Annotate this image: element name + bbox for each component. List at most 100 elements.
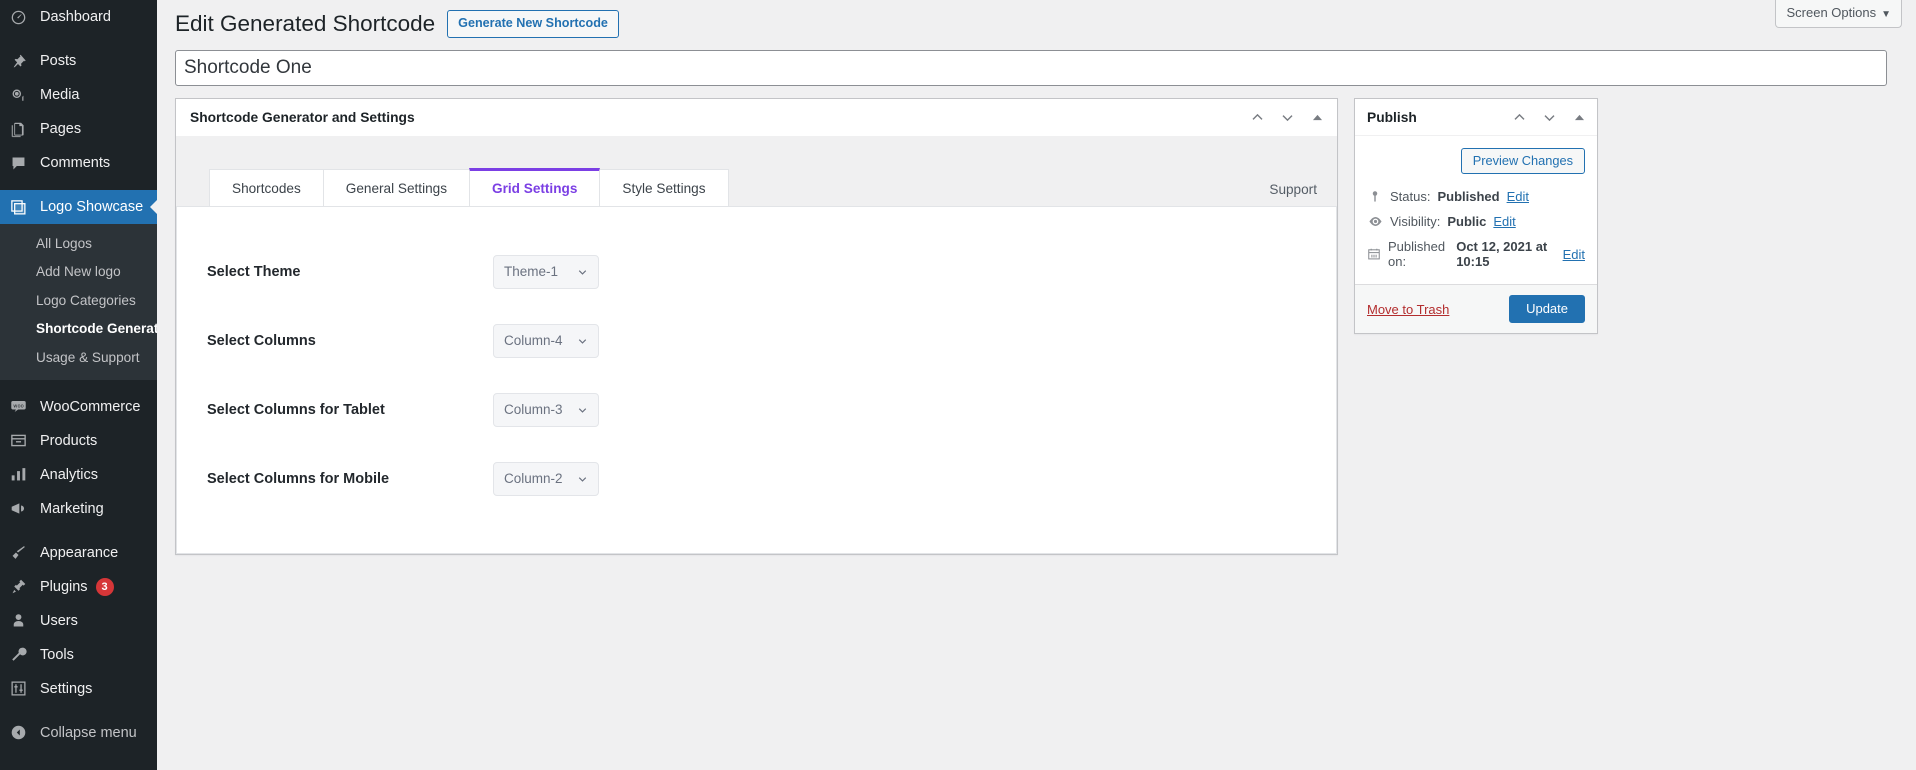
move-to-trash-link[interactable]: Move to Trash — [1367, 302, 1449, 317]
sidebar-item-label: Analytics — [40, 466, 99, 483]
plugins-update-badge: 3 — [95, 577, 114, 596]
sidebar-item-dashboard[interactable]: Dashboard — [0, 0, 157, 34]
screen-options-button[interactable]: Screen Options ▼ — [1775, 0, 1902, 28]
select-columns-dropdown[interactable]: Column-4 — [493, 323, 599, 358]
status-value: Published — [1437, 189, 1500, 204]
sidebar-item-label: Settings — [40, 680, 93, 697]
move-down-icon[interactable] — [1279, 109, 1295, 125]
move-up-icon[interactable] — [1249, 109, 1265, 125]
submenu-item-shortcode-generator[interactable]: Shortcode Generator — [0, 315, 157, 343]
settings-tabs-wrapper: Shortcodes General Settings Grid Setting… — [176, 136, 1337, 554]
sidebar-item-label: Appearance — [40, 544, 119, 561]
move-down-icon[interactable] — [1541, 109, 1557, 125]
sidebar-item-analytics[interactable]: Analytics — [0, 458, 157, 492]
sidebar-item-label: Posts — [40, 53, 77, 69]
sidebar-item-media[interactable]: Media — [0, 78, 157, 112]
sidebar-item-label: Marketing — [40, 500, 104, 517]
submenu-item-all-logos[interactable]: All Logos — [0, 230, 157, 258]
submenu-item-add-new-logo[interactable]: Add New logo — [0, 258, 157, 286]
admin-sidebar: Dashboard Posts Media Pages Comments Log… — [0, 0, 157, 770]
eye-icon — [1367, 214, 1383, 229]
sidebar-item-products[interactable]: Products — [0, 424, 157, 458]
select-columns-mobile-dropdown[interactable]: Column-2 — [493, 461, 599, 496]
sidebar-item-users[interactable]: Users — [0, 604, 157, 638]
generate-new-shortcode-button[interactable]: Generate New Shortcode — [447, 9, 619, 39]
sidebar-item-label: Products — [40, 432, 98, 449]
published-on-edit-link[interactable]: Edit — [1563, 247, 1585, 262]
field-row-select-columns-tablet: Select Columns for Tablet Column-3 — [207, 375, 1306, 444]
sidebar-item-marketing[interactable]: Marketing — [0, 492, 157, 526]
sidebar-item-label: Comments — [40, 155, 111, 171]
published-on-value: Oct 12, 2021 at 10:15 — [1456, 239, 1548, 269]
shortcode-title-input[interactable] — [175, 50, 1887, 86]
dashboard-icon — [10, 9, 36, 26]
sidebar-item-logo-showcase[interactable]: Logo Showcase — [0, 190, 157, 224]
sidebar-item-label: Dashboard — [40, 9, 111, 25]
field-label: Select Columns for Tablet — [207, 401, 385, 418]
status-label: Status: — [1390, 189, 1431, 204]
sidebar-item-woocommerce[interactable]: woo WooCommerce — [0, 390, 157, 424]
sidebar-item-label: Plugins — [40, 578, 88, 595]
field-label: Select Theme — [207, 263, 301, 280]
sidebar-item-plugins[interactable]: Plugins 3 — [0, 570, 157, 604]
logo-showcase-submenu: All Logos Add New logo Logo Categories S… — [0, 224, 157, 380]
tab-style-settings[interactable]: Style Settings — [599, 169, 729, 206]
svg-text:woo: woo — [13, 404, 23, 410]
comments-icon — [10, 155, 36, 172]
submenu-item-logo-categories[interactable]: Logo Categories — [0, 287, 157, 315]
select-columns-tablet-dropdown[interactable]: Column-3 — [493, 392, 599, 427]
move-up-icon[interactable] — [1511, 109, 1527, 125]
visibility-label: Visibility: — [1390, 214, 1441, 229]
select-value: Column-2 — [504, 471, 563, 486]
sidebar-item-comments[interactable]: Comments — [0, 146, 157, 180]
toggle-panel-icon[interactable] — [1571, 109, 1587, 125]
update-button[interactable]: Update — [1509, 295, 1585, 323]
plug-icon — [10, 578, 36, 595]
brush-icon — [10, 544, 36, 561]
page-title: Edit Generated Shortcode — [175, 11, 436, 37]
user-icon — [10, 612, 36, 629]
preview-changes-button[interactable]: Preview Changes — [1460, 148, 1585, 174]
page-header: Edit Generated Shortcode Generate New Sh… — [157, 0, 1916, 40]
chevron-down-icon — [576, 403, 589, 416]
screen-options-label: Screen Options — [1786, 5, 1877, 20]
tab-general-settings[interactable]: General Settings — [322, 169, 471, 206]
sidebar-item-tools[interactable]: Tools — [0, 638, 157, 672]
analytics-icon — [10, 466, 36, 483]
settings-tabbar: Shortcodes General Settings Grid Setting… — [176, 168, 1337, 206]
submenu-item-usage-support[interactable]: Usage & Support — [0, 344, 157, 372]
field-label: Select Columns for Mobile — [207, 470, 390, 487]
publish-major-actions: Move to Trash Update — [1355, 284, 1597, 333]
sliders-icon — [10, 680, 36, 697]
status-edit-link[interactable]: Edit — [1507, 189, 1529, 204]
tab-shortcodes[interactable]: Shortcodes — [209, 169, 324, 206]
toggle-panel-icon[interactable] — [1309, 109, 1325, 125]
field-row-select-theme: Select Theme Theme-1 — [207, 237, 1306, 306]
products-icon — [10, 432, 36, 449]
publish-header: Publish — [1355, 99, 1597, 136]
wordpress-admin-screen: Dashboard Posts Media Pages Comments Log… — [0, 0, 1916, 770]
sidebar-item-label: Users — [40, 612, 78, 629]
tab-grid-settings[interactable]: Grid Settings — [469, 168, 601, 206]
pin-icon — [10, 53, 36, 70]
select-theme-dropdown[interactable]: Theme-1 — [493, 254, 599, 289]
sidebar-item-appearance[interactable]: Appearance — [0, 536, 157, 570]
metabox-header: Shortcode Generator and Settings — [176, 99, 1337, 136]
support-link[interactable]: Support — [1269, 182, 1317, 197]
chevron-down-icon — [576, 334, 589, 347]
media-icon — [10, 87, 36, 104]
sidebar-item-settings[interactable]: Settings — [0, 672, 157, 706]
publish-visibility-row: Visibility: Public Edit — [1367, 209, 1585, 234]
select-value: Theme-1 — [504, 264, 559, 279]
publish-minor-actions: Preview Changes — [1367, 146, 1585, 184]
select-value: Column-3 — [504, 402, 563, 417]
sidebar-item-collapse-menu[interactable]: Collapse menu — [0, 716, 157, 750]
admin-main-content: Screen Options ▼ Edit Generated Shortcode… — [157, 0, 1916, 770]
sidebar-divider — [0, 526, 157, 536]
visibility-edit-link[interactable]: Edit — [1493, 214, 1515, 229]
woo-icon: woo — [10, 398, 36, 415]
collapse-icon — [10, 724, 36, 741]
publish-date-row: Published on: Oct 12, 2021 at 10:15 Edit — [1367, 234, 1585, 274]
sidebar-item-pages[interactable]: Pages — [0, 112, 157, 146]
sidebar-item-posts[interactable]: Posts — [0, 44, 157, 78]
